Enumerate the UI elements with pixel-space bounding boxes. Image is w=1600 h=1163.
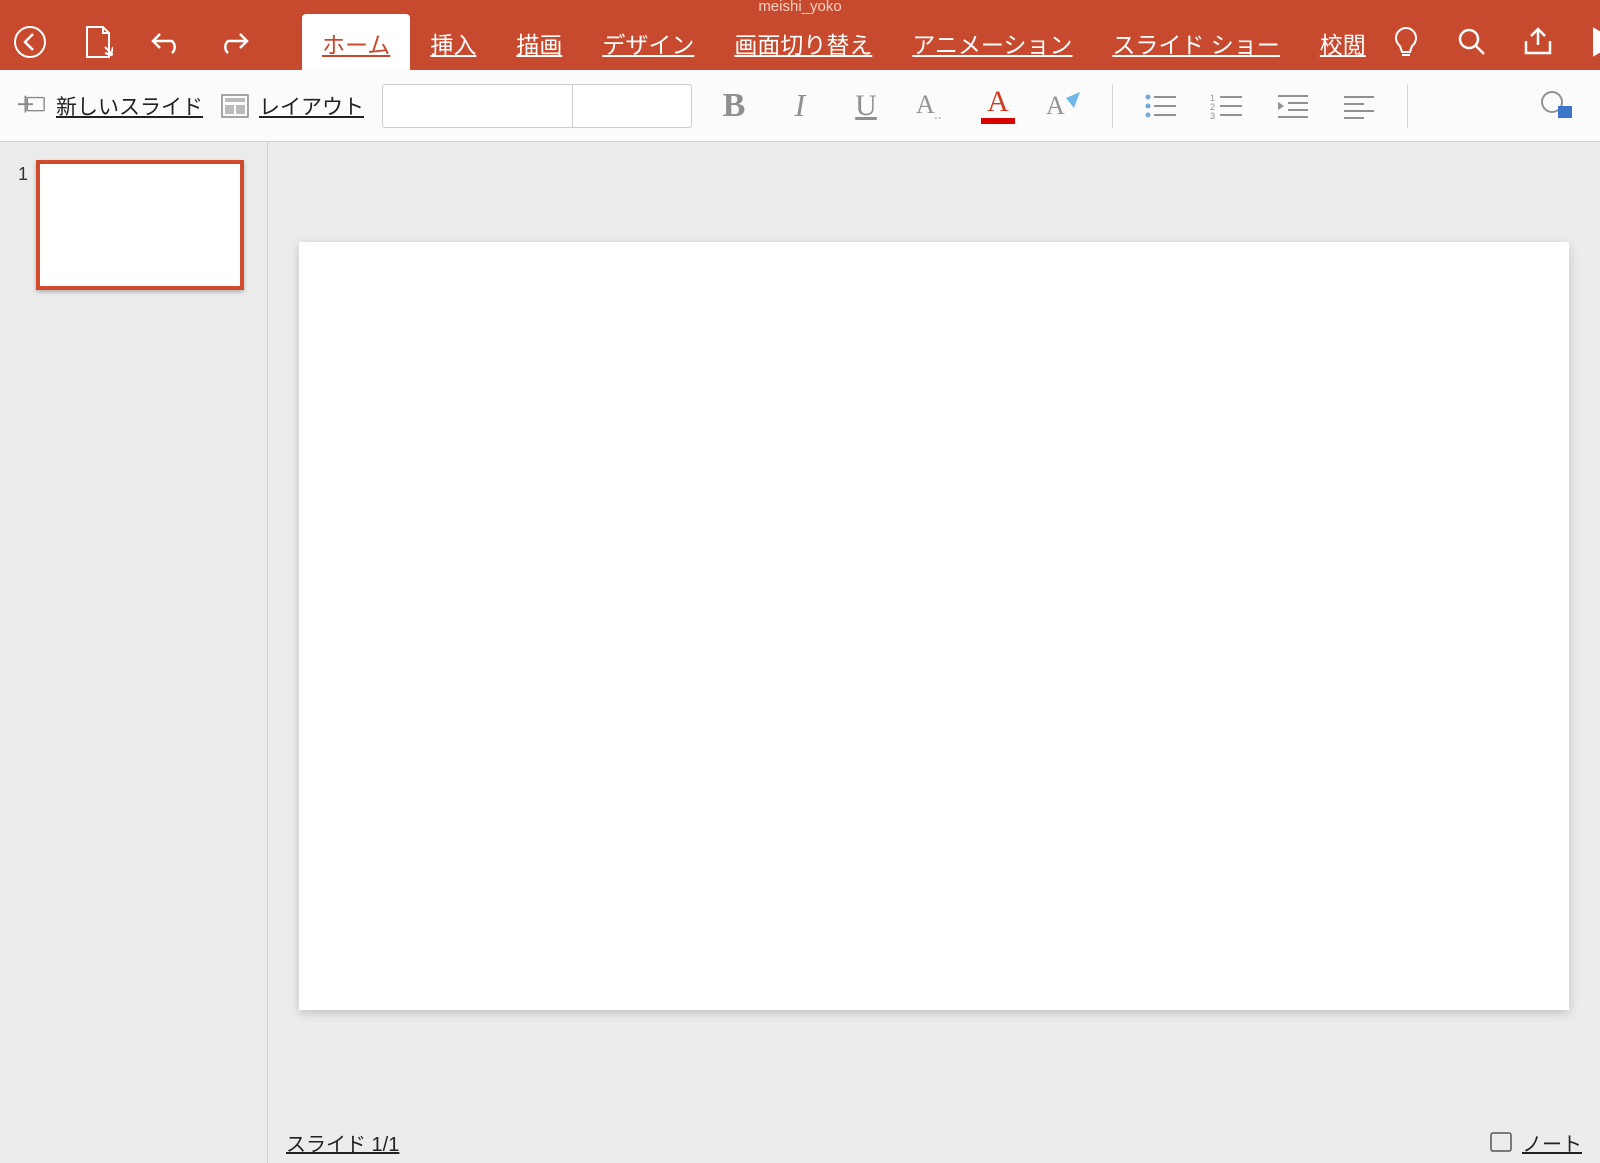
editor-area: スライド 1/1 ノート bbox=[268, 142, 1600, 1163]
present-button[interactable] bbox=[1584, 22, 1600, 62]
font-controls bbox=[382, 84, 692, 128]
file-button[interactable] bbox=[78, 22, 118, 62]
tab-animations[interactable]: アニメーション bbox=[892, 14, 1092, 70]
numbers-icon: 123 bbox=[1210, 92, 1244, 120]
layout-label: レイアウト bbox=[259, 91, 364, 121]
bullets-icon bbox=[1144, 92, 1178, 120]
document-title: meishi_yoko bbox=[0, 0, 1600, 14]
lightbulb-icon bbox=[1392, 26, 1420, 58]
search-icon bbox=[1457, 27, 1487, 57]
font-effects-icon: A.. bbox=[914, 91, 950, 121]
canvas-wrap bbox=[268, 142, 1600, 1121]
underline-button[interactable]: U bbox=[842, 82, 890, 130]
undo-icon bbox=[150, 28, 182, 56]
layout-button[interactable]: レイアウト bbox=[221, 91, 364, 121]
slide-thumbnail-1[interactable] bbox=[36, 160, 244, 290]
tab-draw[interactable]: 描画 bbox=[496, 14, 582, 70]
back-button[interactable] bbox=[10, 22, 50, 62]
svg-text:3: 3 bbox=[1210, 111, 1215, 120]
font-color-icon: A bbox=[987, 88, 1009, 116]
slide-number: 1 bbox=[14, 164, 28, 185]
slide-thumbnails-panel: 1 bbox=[0, 142, 268, 1163]
shapes-icon bbox=[1540, 90, 1576, 122]
tab-transitions[interactable]: 画面切り替え bbox=[714, 14, 892, 70]
ribbon-toolbar: 新しいスライド レイアウト B I U A.. A A 123 bbox=[0, 70, 1600, 142]
numbered-list-button[interactable]: 123 bbox=[1203, 82, 1251, 130]
italic-button[interactable]: I bbox=[776, 82, 824, 130]
svg-text:A: A bbox=[1046, 91, 1065, 120]
align-icon bbox=[1342, 92, 1376, 120]
shapes-button[interactable] bbox=[1534, 82, 1582, 130]
layout-icon bbox=[221, 92, 249, 120]
header-left-icons bbox=[6, 22, 262, 62]
workspace: 1 スライド 1/1 ノート bbox=[0, 142, 1600, 1163]
share-button[interactable] bbox=[1518, 22, 1558, 62]
back-arrow-icon bbox=[13, 25, 47, 59]
tab-insert[interactable]: 挿入 bbox=[410, 14, 496, 70]
tab-row: ホーム 挿入 描画 デザイン 画面切り替え アニメーション スライド ショー 校… bbox=[0, 14, 1600, 70]
indent-icon bbox=[1276, 92, 1310, 120]
redo-icon bbox=[218, 28, 250, 56]
font-name-input[interactable] bbox=[383, 85, 573, 127]
share-icon bbox=[1522, 27, 1554, 57]
svg-text:..: .. bbox=[934, 106, 942, 121]
new-slide-button[interactable]: 新しいスライド bbox=[18, 91, 203, 121]
font-color-button[interactable]: A bbox=[974, 88, 1022, 124]
play-icon bbox=[1590, 27, 1600, 57]
notes-toggle[interactable]: ノート bbox=[1490, 1128, 1582, 1157]
tab-review[interactable]: 校閲 bbox=[1300, 14, 1386, 70]
file-icon bbox=[83, 25, 113, 59]
new-slide-icon bbox=[18, 92, 46, 120]
indent-button[interactable] bbox=[1269, 82, 1317, 130]
header-right-icons bbox=[1386, 22, 1600, 62]
ribbon-tabs: ホーム 挿入 描画 デザイン 画面切り替え アニメーション スライド ショー 校… bbox=[302, 14, 1386, 70]
font-size-input[interactable] bbox=[573, 85, 691, 127]
bold-button[interactable]: B bbox=[710, 82, 758, 130]
highlight-icon: A bbox=[1044, 90, 1084, 122]
notes-label: ノート bbox=[1522, 1128, 1582, 1157]
separator bbox=[1112, 84, 1113, 128]
align-button[interactable] bbox=[1335, 82, 1383, 130]
highlight-button[interactable]: A bbox=[1040, 82, 1088, 130]
status-bar: スライド 1/1 ノート bbox=[268, 1121, 1600, 1163]
tab-home[interactable]: ホーム bbox=[302, 14, 410, 70]
redo-button[interactable] bbox=[214, 22, 254, 62]
tab-design[interactable]: デザイン bbox=[582, 14, 714, 70]
slide-counter: スライド 1/1 bbox=[286, 1128, 399, 1157]
thumbnail-row: 1 bbox=[14, 160, 253, 290]
undo-button[interactable] bbox=[146, 22, 186, 62]
font-effects-button[interactable]: A.. bbox=[908, 82, 956, 130]
separator-2 bbox=[1407, 84, 1408, 128]
slide-canvas[interactable] bbox=[299, 242, 1569, 1010]
tellme-button[interactable] bbox=[1386, 22, 1426, 62]
search-button[interactable] bbox=[1452, 22, 1492, 62]
bulleted-list-button[interactable] bbox=[1137, 82, 1185, 130]
app-header: meishi_yoko ホーム 挿入 描画 デザイン 画面切り替え アニメーショ… bbox=[0, 0, 1600, 70]
new-slide-label: 新しいスライド bbox=[56, 91, 203, 121]
svg-text:A: A bbox=[916, 91, 935, 119]
font-color-swatch bbox=[981, 118, 1015, 124]
notes-icon bbox=[1490, 1132, 1512, 1152]
tab-slideshow[interactable]: スライド ショー bbox=[1092, 14, 1299, 70]
